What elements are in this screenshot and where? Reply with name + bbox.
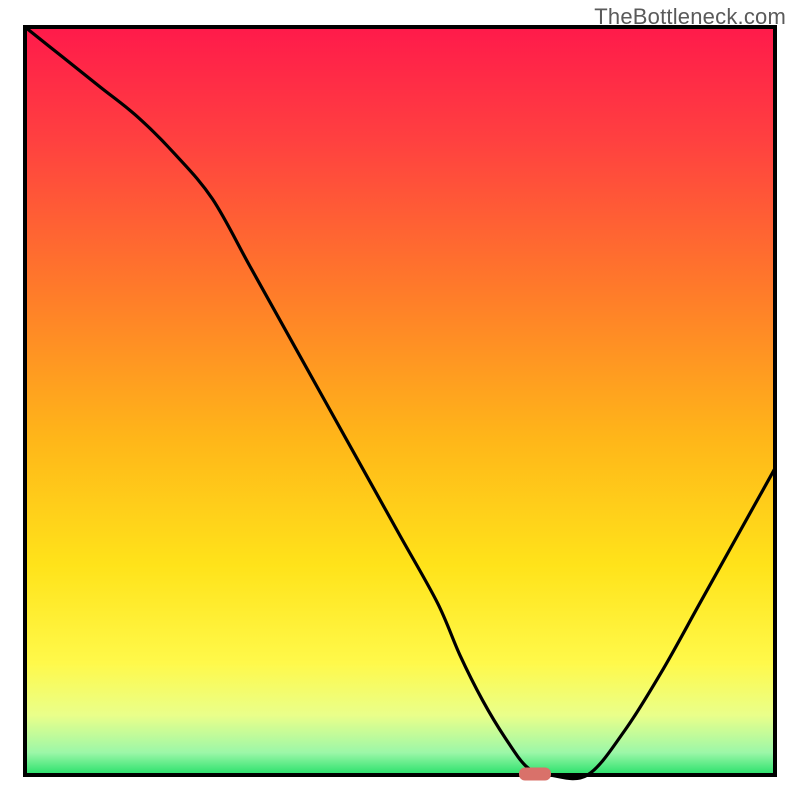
optimal-marker: [519, 768, 551, 781]
plot-background: [25, 27, 775, 775]
watermark-label: TheBottleneck.com: [594, 4, 786, 30]
chart-container: TheBottleneck.com: [0, 0, 800, 800]
bottleneck-chart: [0, 0, 800, 800]
